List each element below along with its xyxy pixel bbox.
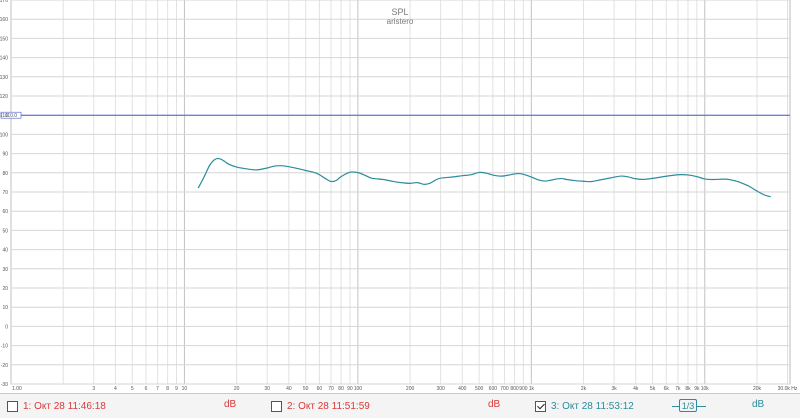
x-tick-label: 800 bbox=[510, 386, 519, 392]
legend-label-2: 2: Окт 28 11:51:59 bbox=[287, 400, 370, 412]
x-tick-label: 20 bbox=[234, 386, 240, 392]
x-tick-label: 8k bbox=[685, 386, 691, 392]
y-tick-label: 140 bbox=[0, 56, 8, 62]
y-tick-label: 0 bbox=[5, 324, 8, 330]
spl-chart: 110.0 -30-20-100102030405060708090100110… bbox=[0, 0, 798, 392]
y-tick-label: 50 bbox=[2, 228, 8, 234]
x-tick-label: 4k bbox=[633, 386, 639, 392]
y-tick-label: 160 bbox=[0, 17, 8, 23]
chart-subtitle: aristero bbox=[387, 17, 414, 26]
x-tick-label: 4 bbox=[114, 386, 117, 392]
x-tick-label: 6 bbox=[145, 386, 148, 392]
x-tick-label: 200 bbox=[406, 386, 415, 392]
x-tick-label: 5 bbox=[131, 386, 134, 392]
y-tick-label: 10 bbox=[2, 305, 8, 311]
y-tick-label: 120 bbox=[0, 94, 8, 100]
x-tick-label: 7k bbox=[675, 386, 681, 392]
chart-title: SPL bbox=[391, 7, 408, 17]
y-tick-label: -20 bbox=[1, 363, 8, 369]
x-tick-label: 9 bbox=[175, 386, 178, 392]
x-tick-label: 3 bbox=[92, 386, 95, 392]
x-tick-label: 1k bbox=[529, 386, 535, 392]
y-tick-label: 130 bbox=[0, 75, 8, 81]
y-tick-label: 20 bbox=[2, 286, 8, 292]
x-tick-label: 10k bbox=[701, 386, 710, 392]
x-tick-label: 500 bbox=[475, 386, 484, 392]
x-tick-label: 6k bbox=[664, 386, 670, 392]
x-tick-label: 7 bbox=[156, 386, 159, 392]
x-tick-label: 30 bbox=[264, 386, 270, 392]
x-tick-label: 70 bbox=[328, 386, 334, 392]
y-tick-label: 40 bbox=[2, 248, 8, 254]
smoothing-control[interactable]: 1/3 bbox=[672, 398, 706, 414]
x-tick-label: 2k bbox=[581, 386, 587, 392]
x-tick-label: 90 bbox=[347, 386, 353, 392]
y-axis: -30 -20 -10 0 10 20 30 40 50 60 70 80 90 100 110 120 130… bbox=[0, 0, 8, 388]
y-tick-label: 30 bbox=[2, 267, 8, 273]
smoothing-label: 1/3 bbox=[681, 400, 695, 411]
y-tick-label: -30 bbox=[1, 382, 8, 388]
x-tick-label: 400 bbox=[458, 386, 467, 392]
smoothing-badge[interactable]: 1/3 bbox=[679, 399, 697, 412]
x-tick-label: 40 bbox=[286, 386, 292, 392]
x-tick-label: 10 bbox=[182, 386, 188, 392]
legend-unit-1: dB bbox=[224, 399, 237, 410]
legend-unit-2: dB bbox=[488, 399, 501, 410]
y-tick-label: 170 bbox=[0, 0, 8, 4]
x-tick-label: 100 bbox=[354, 386, 363, 392]
y-tick-label: 110 bbox=[0, 113, 8, 119]
x-tick-label: 700 bbox=[500, 386, 509, 392]
y-tick-label: 150 bbox=[0, 36, 8, 42]
x-tick-label: 5k bbox=[650, 386, 656, 392]
x-tick-label: 20k bbox=[753, 386, 762, 392]
x-tick-label: 8 bbox=[166, 386, 169, 392]
x-tick-label: 600 bbox=[489, 386, 498, 392]
legend-checkbox-2[interactable] bbox=[271, 400, 282, 412]
y-tick-label: 90 bbox=[2, 152, 8, 158]
legend-item-2[interactable]: 2: Окт 28 11:51:59 bbox=[271, 399, 370, 413]
x-axis: 1.00 3 4 5 6 7 8 9 10 20 30 40 50 60 70 80 90 100 200 300 40… bbox=[12, 386, 798, 392]
legend-checkbox-1[interactable] bbox=[7, 400, 18, 412]
y-tick-label: 80 bbox=[2, 171, 8, 177]
legend-item-1[interactable]: 1: Окт 28 11:46:18 bbox=[7, 399, 106, 413]
x-tick-label: 50 bbox=[303, 386, 309, 392]
y-tick-label: -10 bbox=[1, 344, 8, 350]
x-tick-label: 80 bbox=[338, 386, 344, 392]
legend-label-3: 3: Окт 28 11:53:12 bbox=[551, 400, 634, 412]
legend-label-1: 1: Окт 28 11:46:18 bbox=[23, 400, 106, 412]
x-tick-label: 60 bbox=[317, 386, 323, 392]
legend-bar: 1: Окт 28 11:46:18 dB 2: Окт 28 11:51:59… bbox=[0, 393, 800, 418]
legend-checkbox-3[interactable] bbox=[535, 400, 546, 412]
x-tick-label: 30.0k Hz bbox=[778, 386, 798, 392]
y-tick-label: 100 bbox=[0, 132, 8, 138]
legend-unit-3: dB bbox=[752, 399, 765, 410]
grid bbox=[10, 0, 790, 385]
x-tick-label: 300 bbox=[436, 386, 445, 392]
y-tick-label: 60 bbox=[2, 209, 8, 215]
x-tick-label: 900 bbox=[519, 386, 528, 392]
y-tick-label: 70 bbox=[2, 190, 8, 196]
x-tick-label: 1.00 bbox=[12, 386, 22, 392]
x-tick-label: 9k bbox=[694, 386, 700, 392]
legend-item-3[interactable]: 3: Окт 28 11:53:12 bbox=[535, 399, 634, 413]
x-tick-label: 3k bbox=[611, 386, 617, 392]
